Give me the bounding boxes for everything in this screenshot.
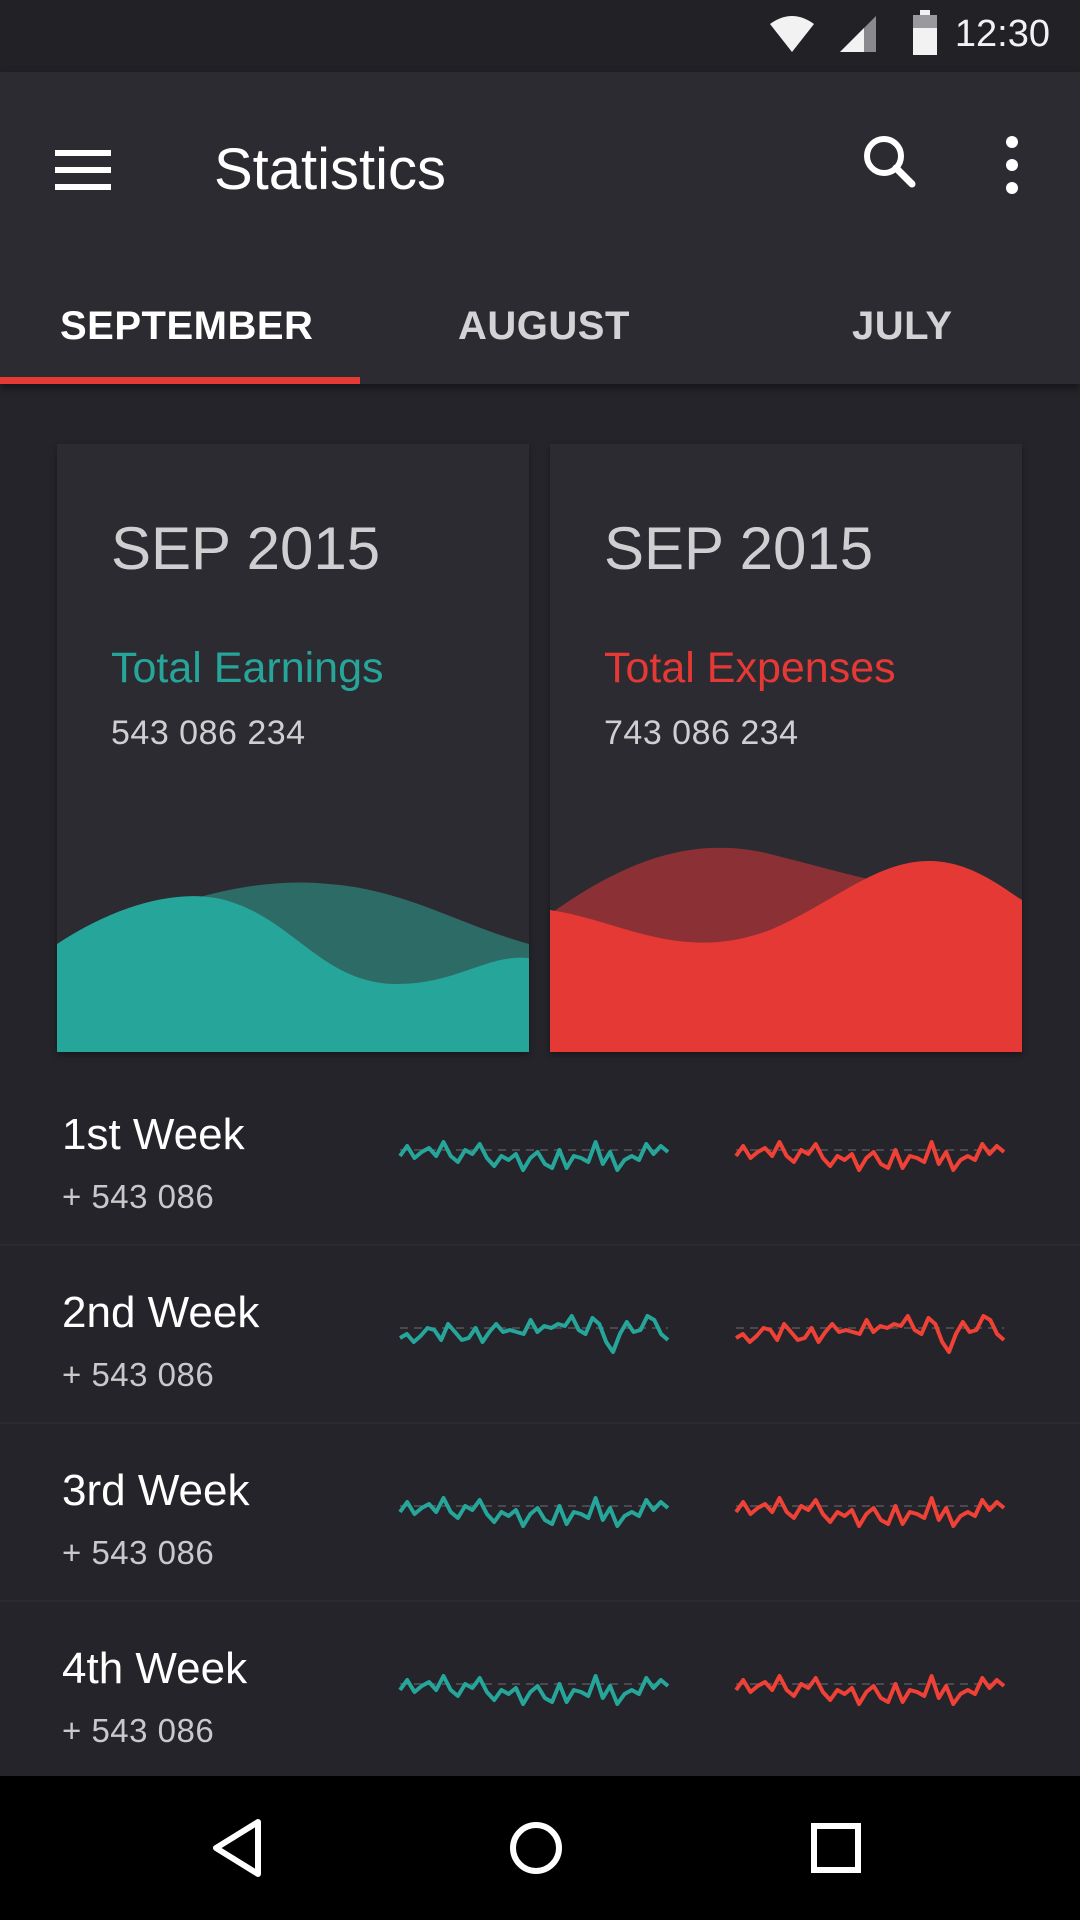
search-icon[interactable]	[850, 122, 930, 202]
earnings-sparkline	[398, 1674, 670, 1706]
tab-september[interactable]: SEPTEMBER	[60, 272, 313, 380]
week-name: 4th Week	[62, 1644, 248, 1693]
earnings-sparkline	[398, 1496, 670, 1528]
wifi-icon	[770, 16, 814, 52]
home-icon[interactable]	[488, 1800, 584, 1896]
status-time: 12:30	[954, 13, 1050, 55]
tab-indicator	[0, 377, 360, 384]
week-row-2[interactable]: 2nd Week + 543 086	[0, 1246, 1080, 1424]
expenses-card[interactable]: SEP 2015 Total Expenses 743 086 234	[550, 444, 1022, 1052]
expenses-sparkline	[734, 1314, 1006, 1354]
system-nav-bar	[0, 1776, 1080, 1920]
menu-icon[interactable]	[40, 124, 130, 214]
sparkline-line	[734, 1140, 1006, 1172]
sparkline-line	[734, 1496, 1006, 1528]
week-name: 3rd Week	[62, 1466, 250, 1515]
expenses-sparkline	[734, 1140, 1006, 1172]
tab-july[interactable]: JULY	[852, 272, 953, 380]
earnings-wave-graphic	[57, 882, 529, 1052]
earnings-card[interactable]: SEP 2015 Total Earnings 543 086 234	[57, 444, 529, 1052]
page-title: Statistics	[214, 137, 447, 202]
expenses-sparkline	[734, 1496, 1006, 1528]
expenses-sparkline	[734, 1674, 1006, 1706]
sparkline-line	[398, 1496, 670, 1528]
app-bar: Statistics SEPTEMBER AUGUST JULY	[0, 72, 1080, 384]
back-icon[interactable]	[192, 1800, 288, 1896]
week-value: + 543 086	[62, 1356, 215, 1393]
recents-icon[interactable]	[788, 1800, 884, 1896]
status-bar: 12:30	[0, 0, 1080, 72]
cell-signal-icon	[840, 16, 876, 52]
battery-icon	[913, 10, 937, 55]
earnings-sparkline	[398, 1314, 670, 1354]
sparkline-line	[398, 1314, 670, 1354]
earnings-sparkline	[398, 1140, 670, 1172]
week-row-1[interactable]: 1st Week + 543 086	[0, 1068, 1080, 1246]
week-name: 2nd Week	[62, 1288, 260, 1337]
month-tabs: SEPTEMBER AUGUST JULY	[0, 272, 1080, 384]
sparkline-line	[398, 1140, 670, 1172]
week-row-3[interactable]: 3rd Week + 543 086	[0, 1424, 1080, 1602]
tab-august[interactable]: AUGUST	[458, 272, 630, 380]
week-row-4[interactable]: 4th Week + 543 086	[0, 1602, 1080, 1778]
week-name: 1st Week	[62, 1110, 245, 1159]
sparkline-line	[734, 1674, 1006, 1706]
sparkline-line	[398, 1674, 670, 1706]
more-vert-icon[interactable]	[980, 122, 1040, 212]
week-value: + 543 086	[62, 1178, 215, 1215]
week-value: + 543 086	[62, 1712, 215, 1749]
week-value: + 543 086	[62, 1534, 215, 1571]
sparkline-line	[734, 1314, 1006, 1354]
expenses-wave-graphic	[550, 847, 1022, 1052]
